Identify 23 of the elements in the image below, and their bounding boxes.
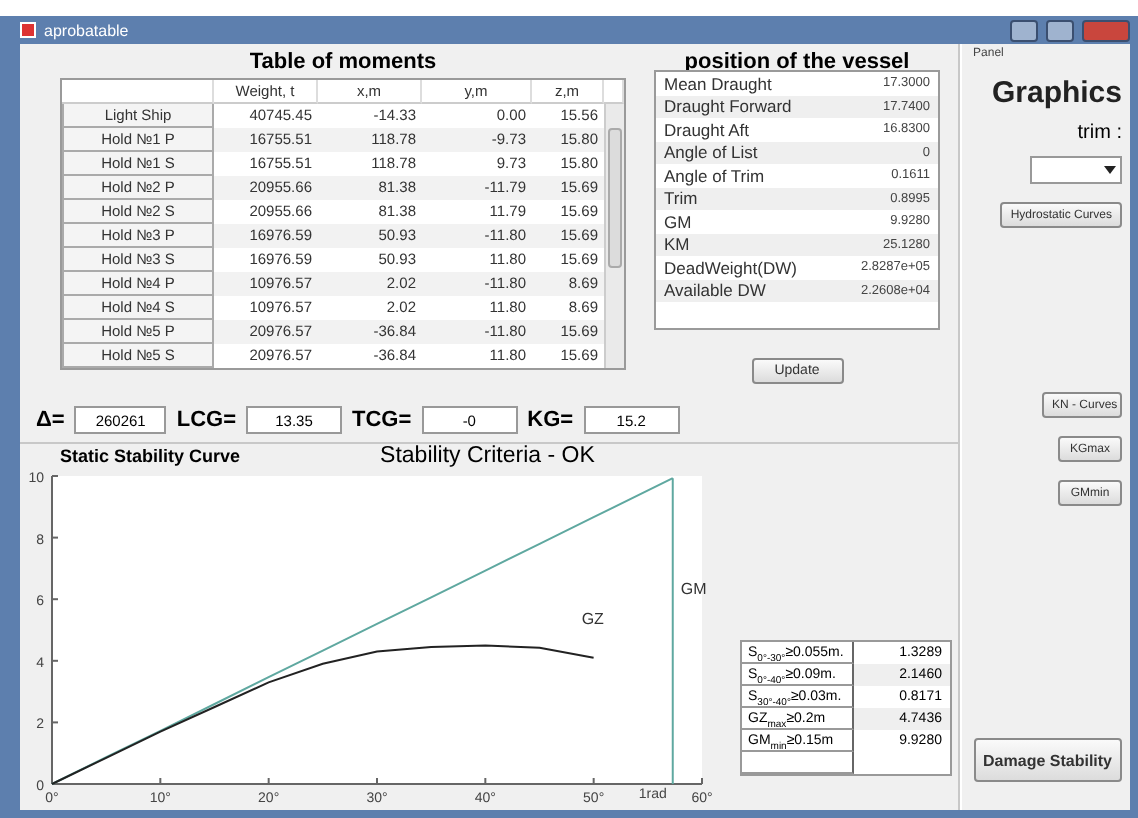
criteria-status: Stability Criteria - OK [380, 444, 595, 468]
list-label: Trim [664, 188, 698, 209]
list-label: Angle of Trim [664, 165, 765, 186]
graphics-title: Graphics [991, 76, 1122, 110]
summary-label: TCG= [352, 408, 412, 432]
window-title: aprobatable [44, 21, 131, 39]
chart-title: Static Stability Curve [60, 446, 241, 466]
summary-label: KG= [527, 408, 574, 432]
summary-label: Δ= [36, 408, 65, 432]
list-label: Draught Aft [664, 119, 750, 140]
list-label: DeadWeight(DW) [664, 257, 797, 278]
table-title: Table of moments [249, 50, 437, 78]
summary-label: LCG= [176, 408, 236, 432]
list-label: Angle of List [664, 142, 758, 163]
trim-label: trim : [1077, 122, 1122, 144]
curve-label: GM [680, 580, 707, 599]
list-label: Draught Forward [664, 96, 792, 117]
list-label: KM [664, 234, 690, 255]
curve-label: GZ [581, 609, 604, 628]
list-label: Mean Draught [664, 73, 772, 94]
panel-title: position of the vessel [684, 50, 910, 77]
list-label: GM [664, 211, 692, 232]
list-label: Available DW [664, 280, 766, 301]
